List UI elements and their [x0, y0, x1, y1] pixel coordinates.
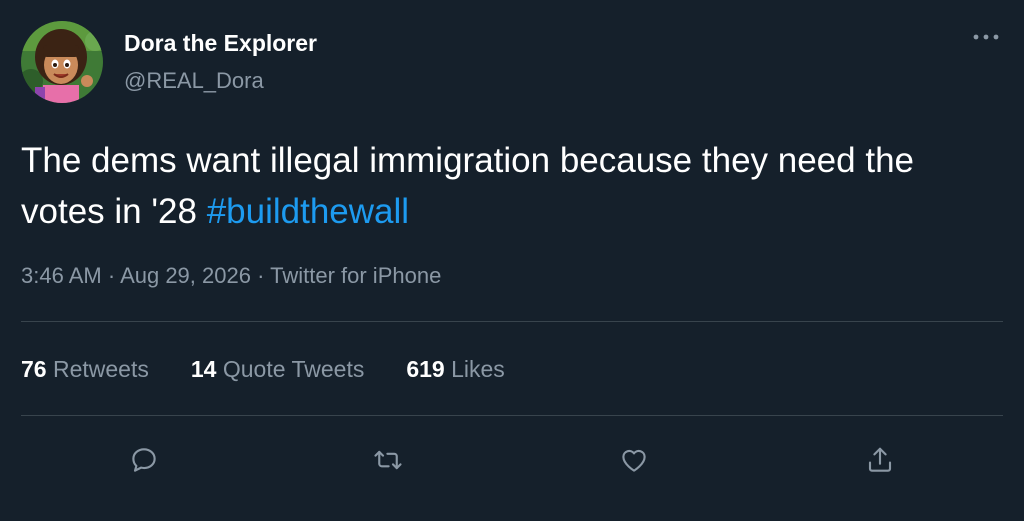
retweets-count: 76 — [21, 356, 47, 382]
like-icon — [622, 449, 646, 472]
avatar-image — [21, 21, 103, 103]
divider — [21, 415, 1003, 416]
divider — [21, 321, 1003, 322]
meta-separator: · — [101, 263, 121, 288]
share-icon — [868, 447, 892, 472]
retweets-stat[interactable]: 76 Retweets — [21, 356, 149, 383]
share-button[interactable] — [860, 440, 900, 480]
tweet-card: Dora the Explorer @REAL_Dora The dems wa… — [0, 0, 1024, 521]
tweet-meta: 3:46 AM · Aug 29, 2026 · Twitter for iPh… — [21, 263, 441, 289]
user-handle[interactable]: @REAL_Dora — [124, 68, 264, 94]
reply-icon — [132, 448, 156, 472]
engagement-stats: 76 Retweets 14 Quote Tweets 619 Likes — [21, 356, 547, 383]
retweets-label: Retweets — [52, 356, 149, 382]
likes-stat[interactable]: 619 Likes — [406, 356, 504, 383]
display-name[interactable]: Dora the Explorer — [124, 30, 317, 57]
tweet-date[interactable]: Aug 29, 2026 — [120, 263, 251, 288]
like-button[interactable] — [614, 440, 654, 480]
likes-label: Likes — [451, 356, 505, 382]
more-options-button[interactable] — [966, 22, 1006, 52]
retweet-button[interactable] — [368, 440, 408, 480]
more-dots-icon — [973, 34, 999, 40]
retweet-icon — [374, 450, 402, 470]
quote-tweets-count: 14 — [190, 356, 217, 382]
tweet-body: The dems want illegal immigration becaus… — [21, 141, 914, 231]
quote-tweets-label: Quote Tweets — [222, 356, 365, 382]
tweet-source[interactable]: Twitter for iPhone — [270, 263, 441, 288]
tweet-time[interactable]: 3:46 AM — [21, 263, 102, 288]
quote-tweets-stat[interactable]: 14 Quote Tweets — [191, 356, 364, 383]
avatar[interactable] — [21, 21, 103, 103]
tweet-text: The dems want illegal immigration becaus… — [21, 135, 1001, 237]
likes-count: 619 — [406, 356, 445, 382]
reply-button[interactable] — [124, 440, 164, 480]
hashtag-link[interactable]: #buildthewall — [207, 192, 409, 231]
meta-separator: · — [250, 263, 271, 288]
